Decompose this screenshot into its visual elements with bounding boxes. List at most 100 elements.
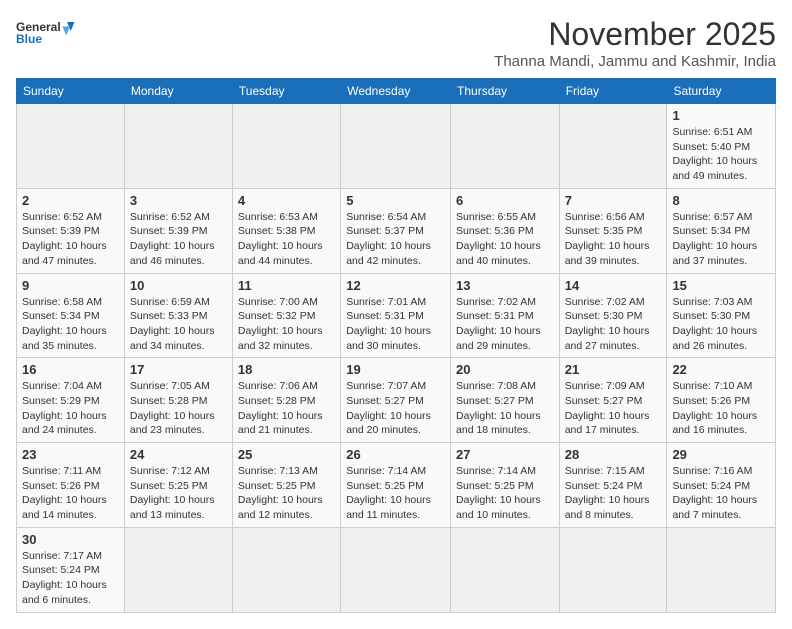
day-number: 28 <box>565 447 662 462</box>
page-header: General Blue November 2025 Thanna Mandi,… <box>16 16 776 70</box>
day-info: Sunrise: 6:54 AM Sunset: 5:37 PM Dayligh… <box>346 210 445 269</box>
day-number: 18 <box>238 362 335 377</box>
table-row <box>124 527 232 612</box>
day-info: Sunrise: 7:16 AM Sunset: 5:24 PM Dayligh… <box>672 464 770 523</box>
logo-svg: General Blue <box>16 16 76 46</box>
table-row: 21 Sunrise: 7:09 AM Sunset: 5:27 PM Dayl… <box>559 358 667 443</box>
table-row: 19 Sunrise: 7:07 AM Sunset: 5:27 PM Dayl… <box>341 358 451 443</box>
day-info: Sunrise: 7:07 AM Sunset: 5:27 PM Dayligh… <box>346 379 445 438</box>
day-info: Sunrise: 7:09 AM Sunset: 5:27 PM Dayligh… <box>565 379 662 438</box>
day-info: Sunrise: 6:51 AM Sunset: 5:40 PM Dayligh… <box>672 125 770 184</box>
day-info: Sunrise: 7:14 AM Sunset: 5:25 PM Dayligh… <box>346 464 445 523</box>
day-info: Sunrise: 6:56 AM Sunset: 5:35 PM Dayligh… <box>565 210 662 269</box>
table-row: 15 Sunrise: 7:03 AM Sunset: 5:30 PM Dayl… <box>667 273 776 358</box>
day-info: Sunrise: 6:59 AM Sunset: 5:33 PM Dayligh… <box>130 295 227 354</box>
day-info: Sunrise: 7:15 AM Sunset: 5:24 PM Dayligh… <box>565 464 662 523</box>
day-number: 20 <box>456 362 554 377</box>
day-number: 23 <box>22 447 119 462</box>
table-row <box>124 104 232 189</box>
table-row: 25 Sunrise: 7:13 AM Sunset: 5:25 PM Dayl… <box>232 443 340 528</box>
calendar-row: 2 Sunrise: 6:52 AM Sunset: 5:39 PM Dayli… <box>17 188 776 273</box>
day-info: Sunrise: 6:52 AM Sunset: 5:39 PM Dayligh… <box>130 210 227 269</box>
table-row <box>559 527 667 612</box>
day-number: 3 <box>130 193 227 208</box>
table-row: 6 Sunrise: 6:55 AM Sunset: 5:36 PM Dayli… <box>451 188 560 273</box>
day-number: 21 <box>565 362 662 377</box>
day-info: Sunrise: 7:12 AM Sunset: 5:25 PM Dayligh… <box>130 464 227 523</box>
day-number: 26 <box>346 447 445 462</box>
day-number: 14 <box>565 278 662 293</box>
table-row: 14 Sunrise: 7:02 AM Sunset: 5:30 PM Dayl… <box>559 273 667 358</box>
table-row <box>559 104 667 189</box>
day-info: Sunrise: 6:55 AM Sunset: 5:36 PM Dayligh… <box>456 210 554 269</box>
day-info: Sunrise: 7:08 AM Sunset: 5:27 PM Dayligh… <box>456 379 554 438</box>
table-row: 7 Sunrise: 6:56 AM Sunset: 5:35 PM Dayli… <box>559 188 667 273</box>
day-number: 11 <box>238 278 335 293</box>
table-row <box>451 527 560 612</box>
header-saturday: Saturday <box>667 79 776 104</box>
header-monday: Monday <box>124 79 232 104</box>
day-info: Sunrise: 7:05 AM Sunset: 5:28 PM Dayligh… <box>130 379 227 438</box>
day-number: 30 <box>22 532 119 547</box>
logo: General Blue <box>16 16 76 46</box>
day-number: 29 <box>672 447 770 462</box>
calendar-row: 23 Sunrise: 7:11 AM Sunset: 5:26 PM Dayl… <box>17 443 776 528</box>
day-number: 5 <box>346 193 445 208</box>
day-number: 12 <box>346 278 445 293</box>
day-number: 25 <box>238 447 335 462</box>
day-number: 1 <box>672 108 770 123</box>
table-row: 1 Sunrise: 6:51 AM Sunset: 5:40 PM Dayli… <box>667 104 776 189</box>
day-info: Sunrise: 7:00 AM Sunset: 5:32 PM Dayligh… <box>238 295 335 354</box>
table-row: 29 Sunrise: 7:16 AM Sunset: 5:24 PM Dayl… <box>667 443 776 528</box>
day-info: Sunrise: 7:17 AM Sunset: 5:24 PM Dayligh… <box>22 549 119 608</box>
day-info: Sunrise: 6:52 AM Sunset: 5:39 PM Dayligh… <box>22 210 119 269</box>
day-info: Sunrise: 7:03 AM Sunset: 5:30 PM Dayligh… <box>672 295 770 354</box>
day-info: Sunrise: 7:10 AM Sunset: 5:26 PM Dayligh… <box>672 379 770 438</box>
table-row: 10 Sunrise: 6:59 AM Sunset: 5:33 PM Dayl… <box>124 273 232 358</box>
svg-text:Blue: Blue <box>16 32 42 46</box>
table-row: 2 Sunrise: 6:52 AM Sunset: 5:39 PM Dayli… <box>17 188 125 273</box>
day-number: 17 <box>130 362 227 377</box>
day-number: 27 <box>456 447 554 462</box>
table-row: 23 Sunrise: 7:11 AM Sunset: 5:26 PM Dayl… <box>17 443 125 528</box>
table-row: 28 Sunrise: 7:15 AM Sunset: 5:24 PM Dayl… <box>559 443 667 528</box>
day-number: 2 <box>22 193 119 208</box>
header-tuesday: Tuesday <box>232 79 340 104</box>
day-number: 10 <box>130 278 227 293</box>
table-row: 27 Sunrise: 7:14 AM Sunset: 5:25 PM Dayl… <box>451 443 560 528</box>
table-row <box>341 527 451 612</box>
day-number: 24 <box>130 447 227 462</box>
table-row <box>451 104 560 189</box>
day-info: Sunrise: 6:53 AM Sunset: 5:38 PM Dayligh… <box>238 210 335 269</box>
table-row: 16 Sunrise: 7:04 AM Sunset: 5:29 PM Dayl… <box>17 358 125 443</box>
weekday-header-row: Sunday Monday Tuesday Wednesday Thursday… <box>17 79 776 104</box>
location-subtitle: Thanna Mandi, Jammu and Kashmir, India <box>494 53 776 70</box>
calendar-row: 16 Sunrise: 7:04 AM Sunset: 5:29 PM Dayl… <box>17 358 776 443</box>
title-area: November 2025 Thanna Mandi, Jammu and Ka… <box>494 16 776 70</box>
day-info: Sunrise: 7:02 AM Sunset: 5:31 PM Dayligh… <box>456 295 554 354</box>
table-row: 12 Sunrise: 7:01 AM Sunset: 5:31 PM Dayl… <box>341 273 451 358</box>
calendar-row: 9 Sunrise: 6:58 AM Sunset: 5:34 PM Dayli… <box>17 273 776 358</box>
header-sunday: Sunday <box>17 79 125 104</box>
day-number: 4 <box>238 193 335 208</box>
table-row: 8 Sunrise: 6:57 AM Sunset: 5:34 PM Dayli… <box>667 188 776 273</box>
day-info: Sunrise: 7:01 AM Sunset: 5:31 PM Dayligh… <box>346 295 445 354</box>
day-info: Sunrise: 6:58 AM Sunset: 5:34 PM Dayligh… <box>22 295 119 354</box>
day-info: Sunrise: 7:13 AM Sunset: 5:25 PM Dayligh… <box>238 464 335 523</box>
day-number: 15 <box>672 278 770 293</box>
day-number: 22 <box>672 362 770 377</box>
day-info: Sunrise: 7:11 AM Sunset: 5:26 PM Dayligh… <box>22 464 119 523</box>
table-row: 22 Sunrise: 7:10 AM Sunset: 5:26 PM Dayl… <box>667 358 776 443</box>
header-wednesday: Wednesday <box>341 79 451 104</box>
day-info: Sunrise: 7:02 AM Sunset: 5:30 PM Dayligh… <box>565 295 662 354</box>
table-row <box>232 104 340 189</box>
header-friday: Friday <box>559 79 667 104</box>
day-number: 6 <box>456 193 554 208</box>
day-info: Sunrise: 6:57 AM Sunset: 5:34 PM Dayligh… <box>672 210 770 269</box>
day-number: 19 <box>346 362 445 377</box>
calendar-row: 30 Sunrise: 7:17 AM Sunset: 5:24 PM Dayl… <box>17 527 776 612</box>
calendar-table: Sunday Monday Tuesday Wednesday Thursday… <box>16 78 776 613</box>
calendar-row: 1 Sunrise: 6:51 AM Sunset: 5:40 PM Dayli… <box>17 104 776 189</box>
header-thursday: Thursday <box>451 79 560 104</box>
table-row: 17 Sunrise: 7:05 AM Sunset: 5:28 PM Dayl… <box>124 358 232 443</box>
